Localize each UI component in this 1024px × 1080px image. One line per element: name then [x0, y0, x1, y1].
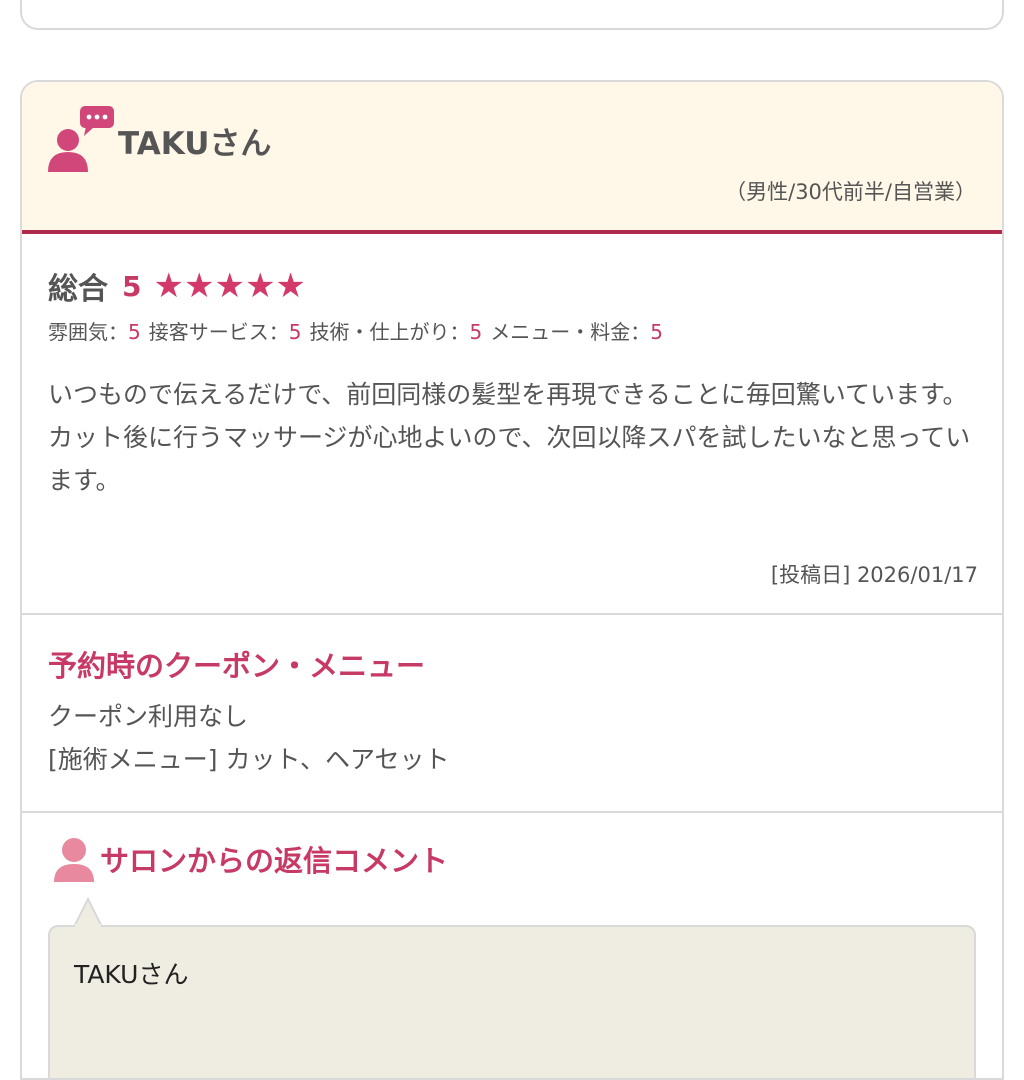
star-rating: ★ ★ ★ ★ ★ — [153, 269, 305, 303]
review-card: TAKUさん （男性/30代前半/自営業） 総合 5 ★ ★ ★ ★ ★ 雰囲気… — [20, 80, 1004, 1080]
bubble-tail — [74, 897, 102, 927]
sub-rating-menu-price: メニュー・料金：5 — [490, 316, 663, 345]
rating-section: 総合 5 ★ ★ ★ ★ ★ 雰囲気：5 接客サービス：5 技術・仕上がり：5 … — [22, 234, 1002, 615]
sub-rating-value: 5 — [288, 320, 302, 344]
reply-text: TAKUさん — [74, 960, 189, 989]
review-comment: いつもので伝えるだけで、前回同様の髪型を再現できることに毎回驚いています。 カッ… — [48, 380, 971, 495]
reply-header: サロンからの返信コメント — [48, 833, 976, 885]
reviewer-profile: （男性/30代前半/自営業） — [725, 180, 976, 204]
coupon-menu-section: 予約時のクーポン・メニュー クーポン利用なし [施術メニュー] カット、ヘアセッ… — [22, 615, 1002, 813]
post-date: [投稿日] 2026/01/17 — [770, 563, 978, 587]
sub-rating-atmosphere: 雰囲気：5 — [48, 316, 141, 345]
star-icon: ★ — [275, 266, 306, 306]
star-icon: ★ — [153, 266, 184, 306]
star-icon: ★ — [214, 266, 245, 306]
reviewer-name: TAKUさん — [118, 126, 272, 162]
sub-rating-technique: 技術・仕上がり：5 — [309, 316, 482, 345]
star-icon: ★ — [183, 266, 215, 306]
overall-rating: 総合 5 ★ ★ ★ ★ ★ — [48, 264, 976, 308]
sub-rating-label: 接客サービス： — [148, 320, 289, 344]
sub-rating-label: 技術・仕上がり： — [309, 320, 470, 344]
salon-staff-icon — [54, 838, 94, 882]
sub-ratings: 雰囲気：5 接客サービス：5 技術・仕上がり：5 メニュー・料金：5 — [48, 316, 976, 345]
reply-title: サロンからの返信コメント — [100, 844, 449, 878]
reviewer-comment-icon — [48, 106, 114, 172]
sub-rating-label: 雰囲気： — [48, 320, 128, 344]
sub-rating-service: 接客サービス：5 — [149, 316, 302, 345]
sub-rating-value: 5 — [128, 320, 141, 344]
review-header: TAKUさん （男性/30代前半/自営業） — [22, 82, 1002, 234]
overall-score: 5 — [122, 269, 142, 303]
salon-reply-section: サロンからの返信コメント TAKUさん — [22, 813, 1002, 1078]
reply-bubble: TAKUさん — [48, 897, 976, 1078]
coupon-menu-title: 予約時のクーポン・メニュー — [48, 649, 426, 683]
coupon-used: クーポン利用なし — [48, 702, 249, 731]
star-icon: ★ — [244, 266, 276, 306]
overall-label: 総合 — [48, 272, 108, 307]
sub-rating-label: メニュー・料金： — [490, 320, 651, 344]
sub-rating-value: 5 — [469, 320, 483, 344]
previous-review-card — [20, 0, 1004, 30]
sub-rating-value: 5 — [650, 320, 663, 344]
treatment-menu: [施術メニュー] カット、ヘアセット — [48, 745, 450, 774]
